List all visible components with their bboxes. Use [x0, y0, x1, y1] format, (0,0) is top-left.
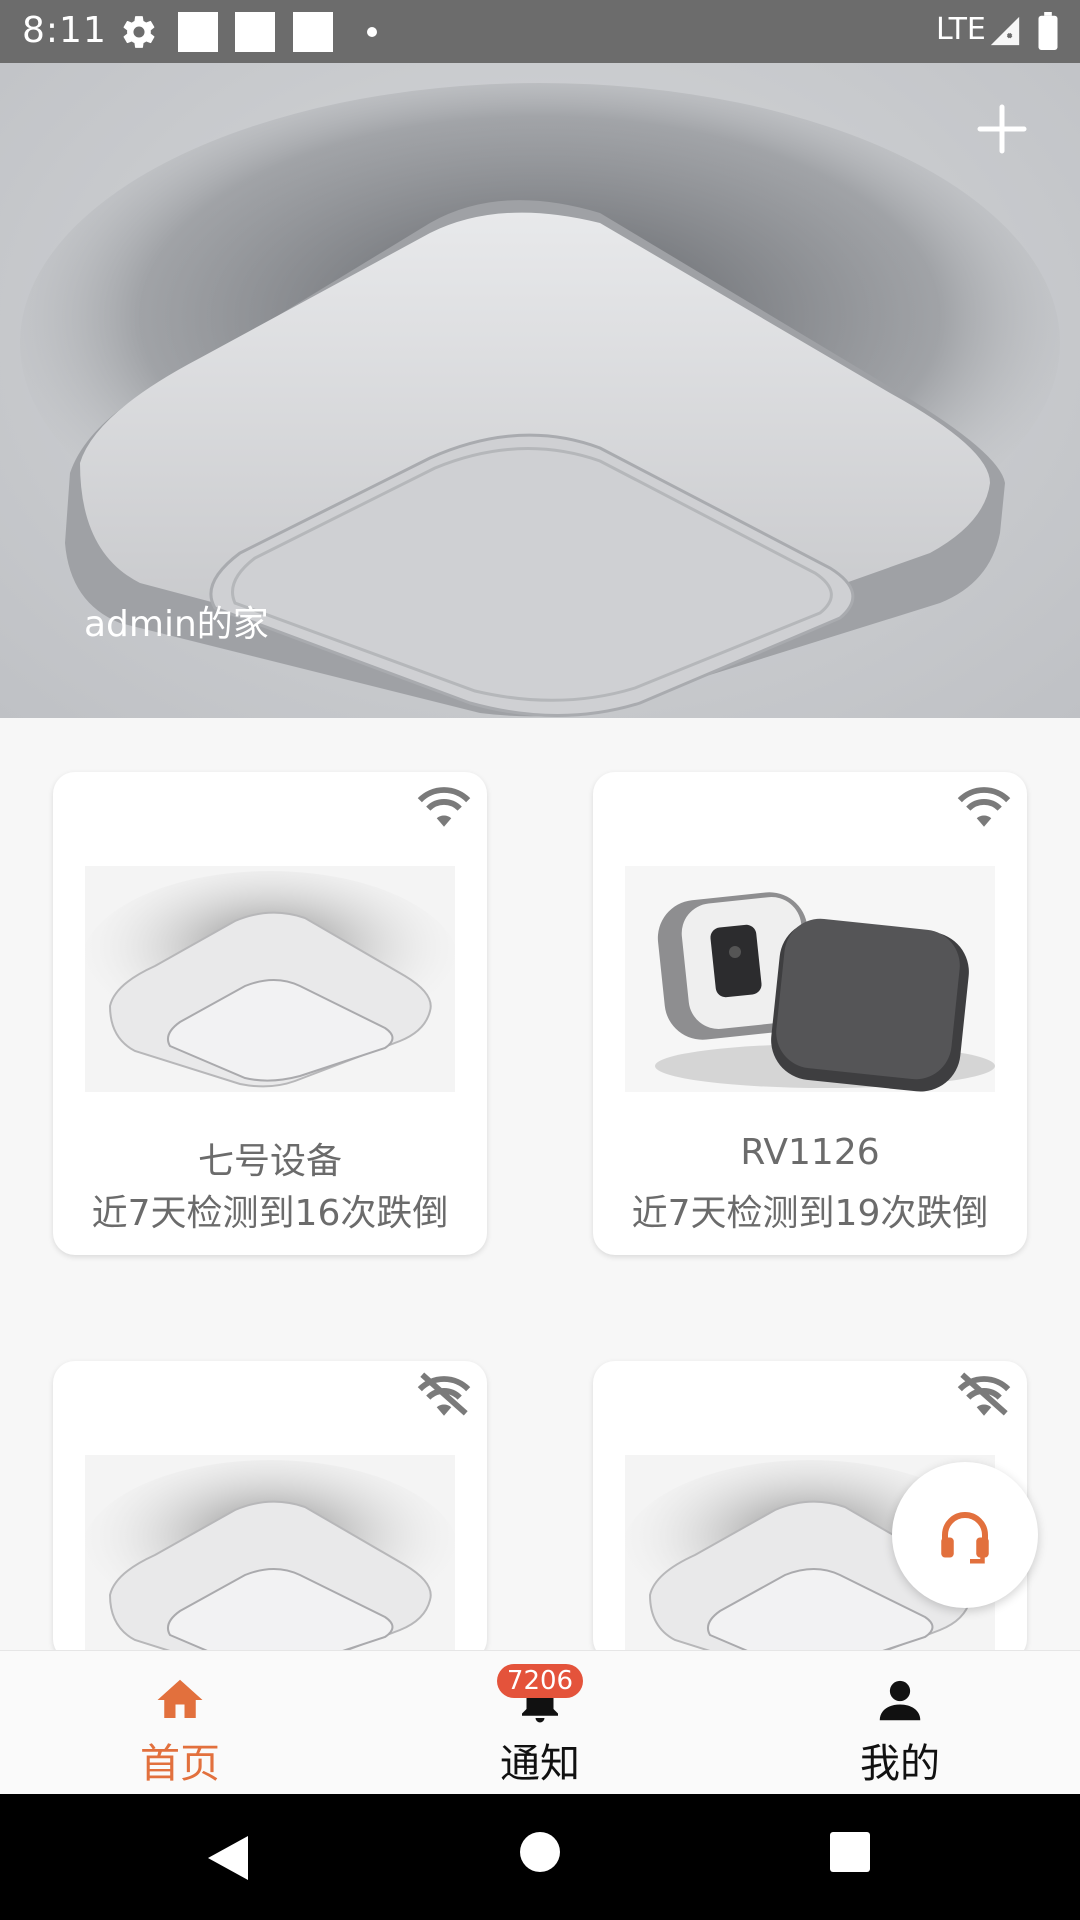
status-bar: 8:11 LTE [0, 0, 1080, 63]
camera-device-image [625, 866, 995, 1092]
status-time: 8:11 [22, 10, 107, 51]
customer-support-button[interactable] [892, 1462, 1038, 1608]
network-type: LTE [936, 12, 986, 47]
device-name: 七号设备 [197, 1141, 342, 1182]
back-icon[interactable] [204, 1832, 252, 1884]
device-fall-stat: 近7天检测到16次跌倒 [91, 1193, 449, 1234]
ceiling-sensor-image [85, 1455, 455, 1661]
device-card[interactable] [53, 1361, 487, 1661]
device-name: RV1126 [740, 1132, 880, 1173]
bottom-navigation: 首页 通知 7206 我的 [0, 1650, 1080, 1794]
home-circle-icon[interactable] [520, 1832, 560, 1872]
gear-icon [123, 16, 155, 48]
device-card[interactable]: RV1126 近7天检测到19次跌倒 [593, 772, 1027, 1255]
device-card[interactable]: 七号设备 近7天检测到16次跌倒 [53, 772, 487, 1255]
recent-apps-icon[interactable] [830, 1832, 870, 1872]
wifi-off-icon [957, 1372, 1011, 1416]
notification-square-icon [293, 12, 333, 52]
tab-mine[interactable]: 我的 [800, 1651, 1000, 1795]
tab-notifications-label: 通知 [500, 1741, 580, 1787]
wifi-off-icon [417, 1372, 471, 1416]
home-icon [157, 1679, 203, 1718]
signal-icon [990, 16, 1020, 46]
wifi-icon [957, 787, 1011, 827]
plus-icon[interactable] [976, 103, 1028, 155]
tab-home-label: 首页 [140, 1741, 220, 1787]
notification-square-icon [178, 12, 218, 52]
battery-icon [1038, 12, 1058, 50]
person-icon [879, 1680, 921, 1721]
ceiling-sensor-image [85, 866, 455, 1092]
dot-icon [367, 27, 377, 37]
wifi-icon [417, 787, 471, 827]
device-fall-stat: 近7天检测到19次跌倒 [631, 1193, 989, 1234]
headset-icon [941, 1512, 989, 1564]
home-name: admin的家 [84, 604, 269, 645]
notification-badge: 7206 [497, 1664, 583, 1698]
system-navigation-bar [0, 1794, 1080, 1920]
home-banner: admin的家 [0, 63, 1080, 718]
tab-home[interactable]: 首页 [80, 1651, 280, 1795]
tab-mine-label: 我的 [860, 1741, 940, 1787]
notification-square-icon [235, 12, 275, 52]
